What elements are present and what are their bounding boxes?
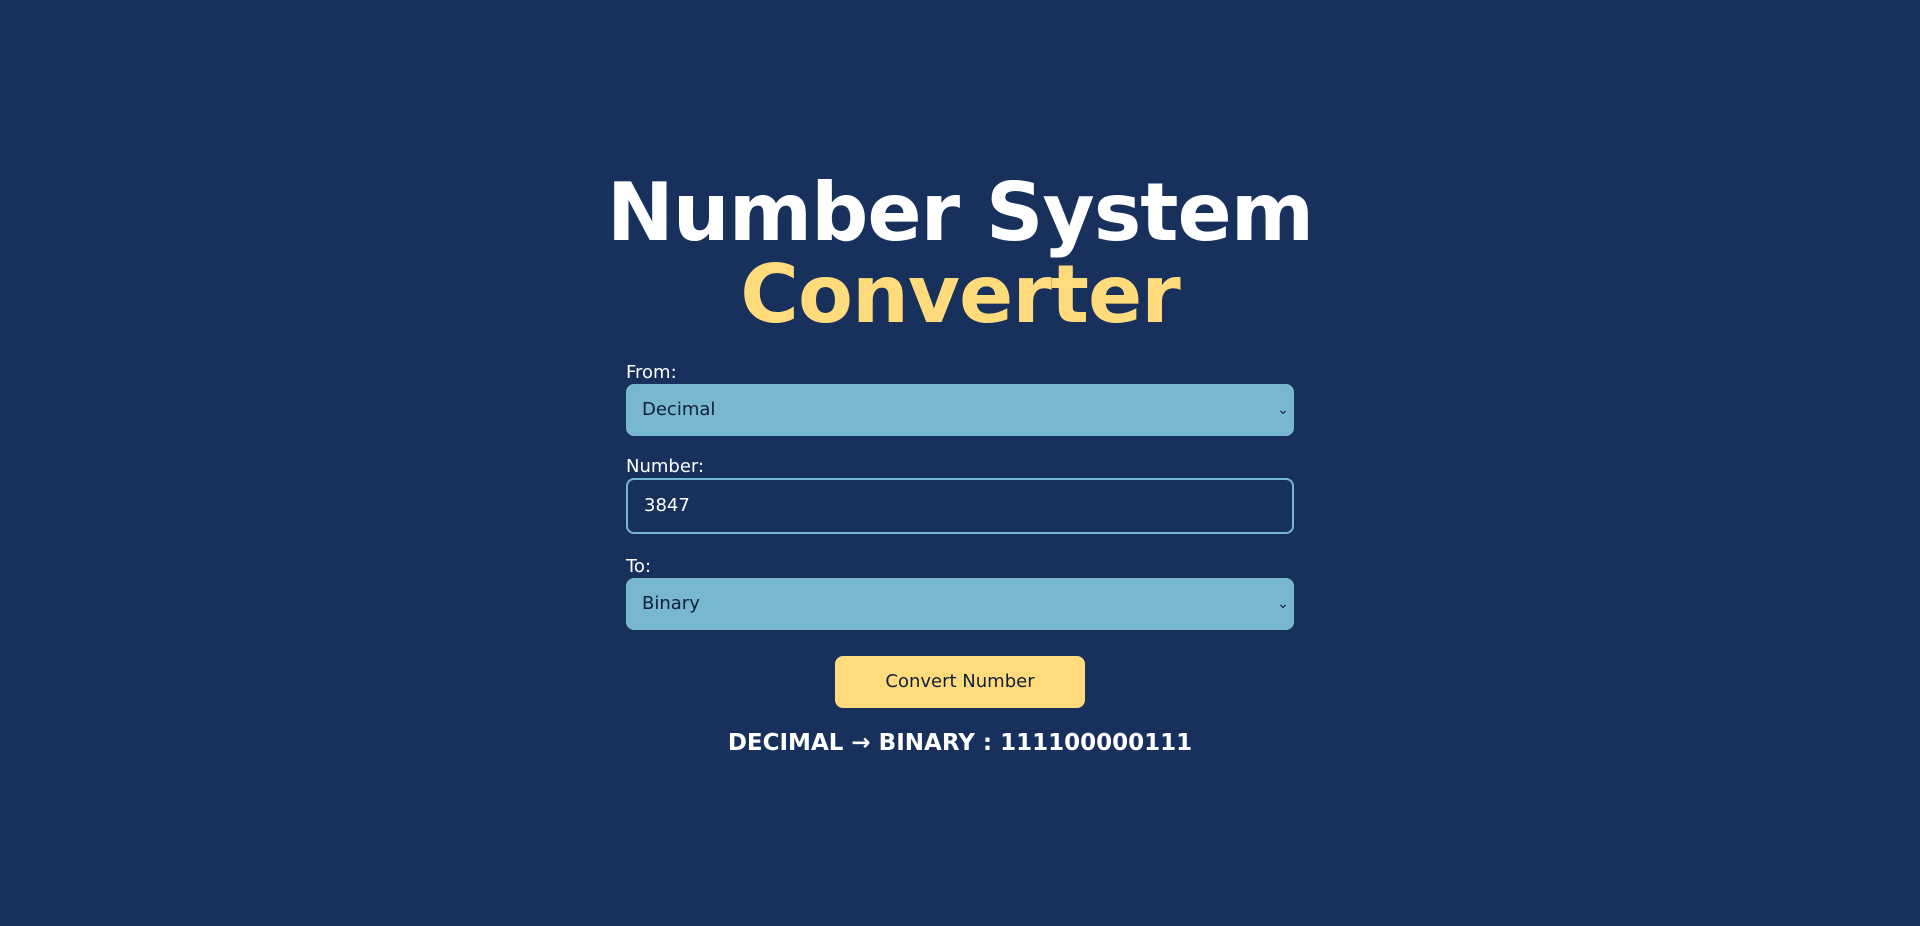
converter-page: Number System Converter From: Decimal ⌄ … [0,0,1920,926]
to-select[interactable]: Binary ⌄ [626,578,1294,630]
number-label: Number: [626,456,705,477]
from-select-value: Decimal [642,399,716,420]
to-label: To: [626,556,652,577]
converter-form: From: Decimal ⌄ Number: 3847 To: Binary … [626,362,1294,630]
from-select[interactable]: Decimal ⌄ [626,384,1294,436]
chevron-down-icon: ⌄ [1277,402,1289,418]
title-line-1: Number System [606,166,1314,259]
number-input[interactable]: 3847 [626,478,1294,534]
chevron-down-icon: ⌄ [1277,596,1289,612]
page-title: Number System Converter [0,172,1920,336]
from-label: From: [626,362,677,383]
convert-button[interactable]: Convert Number [835,656,1085,708]
to-select-value: Binary [642,593,700,614]
conversion-result: DECIMAL → BINARY : 111100000111 [727,730,1193,756]
title-line-2: Converter [740,248,1180,341]
